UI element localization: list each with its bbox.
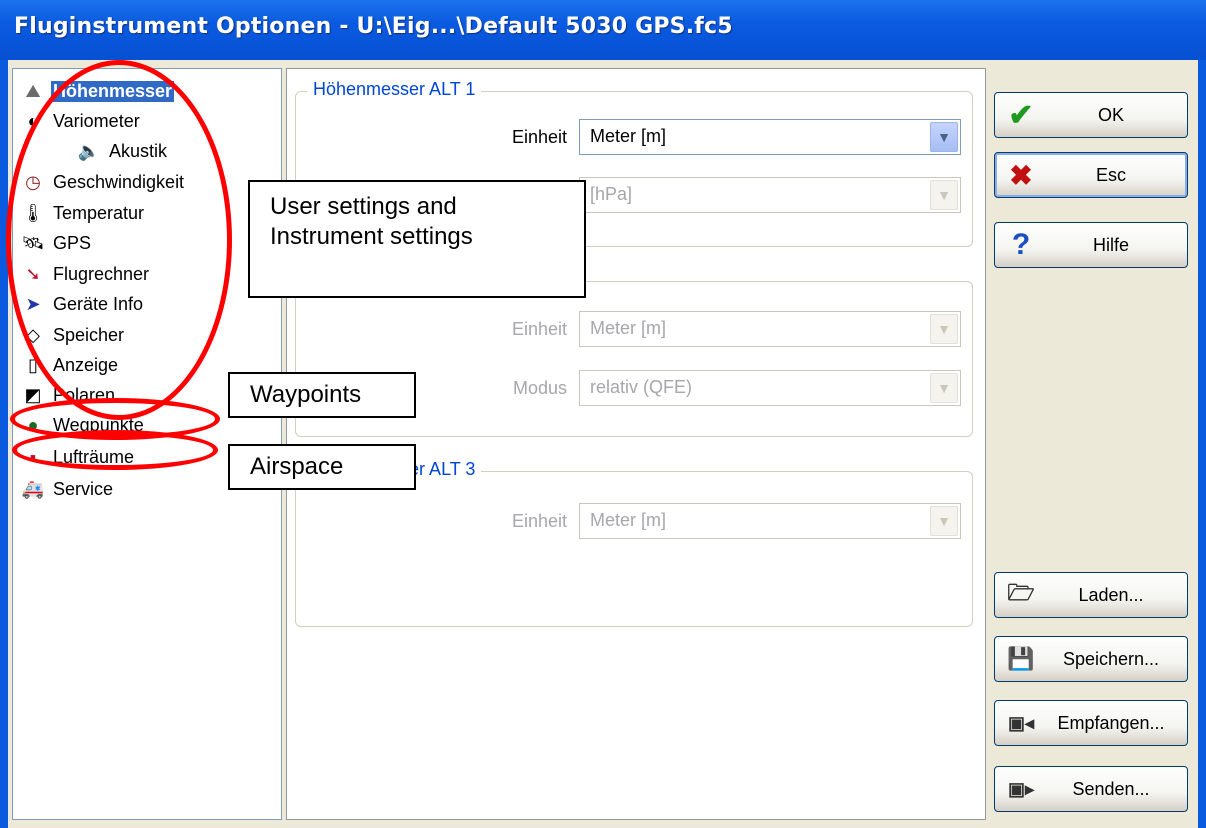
- chevron-down-icon[interactable]: ▼: [930, 180, 958, 210]
- open-folder-icon: 🗁: [1007, 580, 1035, 605]
- ok-button-label: OK: [1097, 105, 1124, 125]
- alt2-unit-value: Meter [m]: [590, 318, 667, 338]
- service-car-icon: 🚑: [21, 478, 45, 499]
- altimeter-icon: ⛰: [25, 80, 41, 101]
- chevron-down-icon[interactable]: ▼: [930, 506, 958, 536]
- alt2-unit-select[interactable]: Meter [m] ▼: [579, 311, 961, 347]
- help-button-label: Hilfe: [1092, 235, 1129, 255]
- alt1-unit-label: Einheit: [511, 127, 567, 147]
- alt2-unit-label: Einheit: [511, 319, 567, 339]
- group-alt1-label: Höhenmesser ALT 1: [307, 79, 482, 100]
- esc-button-label: Esc: [1095, 165, 1126, 185]
- window-title: Fluginstrument Optionen - U:\Eig...\Defa…: [14, 14, 733, 39]
- save-button[interactable]: 💾 Speichern...: [994, 636, 1188, 682]
- group-alt3: [295, 471, 973, 627]
- help-question-icon: ?: [1011, 228, 1031, 261]
- chevron-down-icon[interactable]: ▼: [930, 122, 958, 152]
- ok-button[interactable]: ✔ OK: [994, 92, 1188, 138]
- alt2-mode-label: Modus: [512, 378, 567, 398]
- chevron-down-icon[interactable]: ▼: [930, 314, 958, 344]
- settings-callout: User settings and Instrument settings: [248, 180, 586, 298]
- alt1-unit-select[interactable]: Meter [m] ▼: [579, 119, 961, 155]
- send-button-label: Senden...: [1072, 779, 1150, 799]
- window-frame-left: [0, 60, 8, 828]
- waypoints-callout: Waypoints: [228, 372, 416, 418]
- esc-button[interactable]: ✖ Esc: [994, 152, 1188, 198]
- alt1-second-select[interactable]: [hPa] ▼: [579, 177, 961, 213]
- receive-button-label: Empfangen...: [1057, 713, 1165, 733]
- airspace-highlight-ellipse: [12, 430, 218, 470]
- settings-highlight-ellipse: [6, 60, 232, 420]
- alt3-unit-select[interactable]: Meter [m] ▼: [579, 503, 961, 539]
- receive-button[interactable]: ▣◂ Empfangen...: [994, 700, 1188, 746]
- alt2-mode-value: relativ (QFE): [590, 377, 693, 397]
- help-button[interactable]: ? Hilfe: [994, 222, 1188, 268]
- send-button[interactable]: ▣▸ Senden...: [994, 766, 1188, 812]
- alt1-second-value: [hPa]: [590, 184, 633, 204]
- tree-item-label: Service: [53, 478, 114, 499]
- alt2-mode-select[interactable]: relativ (QFE) ▼: [579, 370, 961, 406]
- save-button-label: Speichern...: [1062, 649, 1160, 669]
- red-x-icon: ✖: [1009, 159, 1033, 191]
- load-button-label: Laden...: [1078, 585, 1144, 605]
- alt3-unit-value: Meter [m]: [590, 510, 667, 530]
- airspace-callout: Airspace: [228, 444, 416, 490]
- window-frame-right: [1198, 60, 1206, 828]
- title-bar[interactable]: Fluginstrument Optionen - U:\Eig...\Defa…: [0, 0, 1206, 60]
- alt3-unit-label: Einheit: [511, 511, 567, 531]
- device-send-icon: ▣▸: [1007, 778, 1035, 799]
- tree-item-service[interactable]: 🚑 Service: [21, 475, 115, 503]
- device-receive-icon: ▣◂: [1007, 712, 1035, 733]
- load-button[interactable]: 🗁 Laden...: [994, 572, 1188, 618]
- chevron-down-icon[interactable]: ▼: [930, 373, 958, 403]
- alt1-unit-value: Meter [m]: [590, 126, 667, 146]
- checkmark-icon: ✔: [1008, 98, 1034, 132]
- floppy-disk-icon: 💾: [1007, 646, 1035, 671]
